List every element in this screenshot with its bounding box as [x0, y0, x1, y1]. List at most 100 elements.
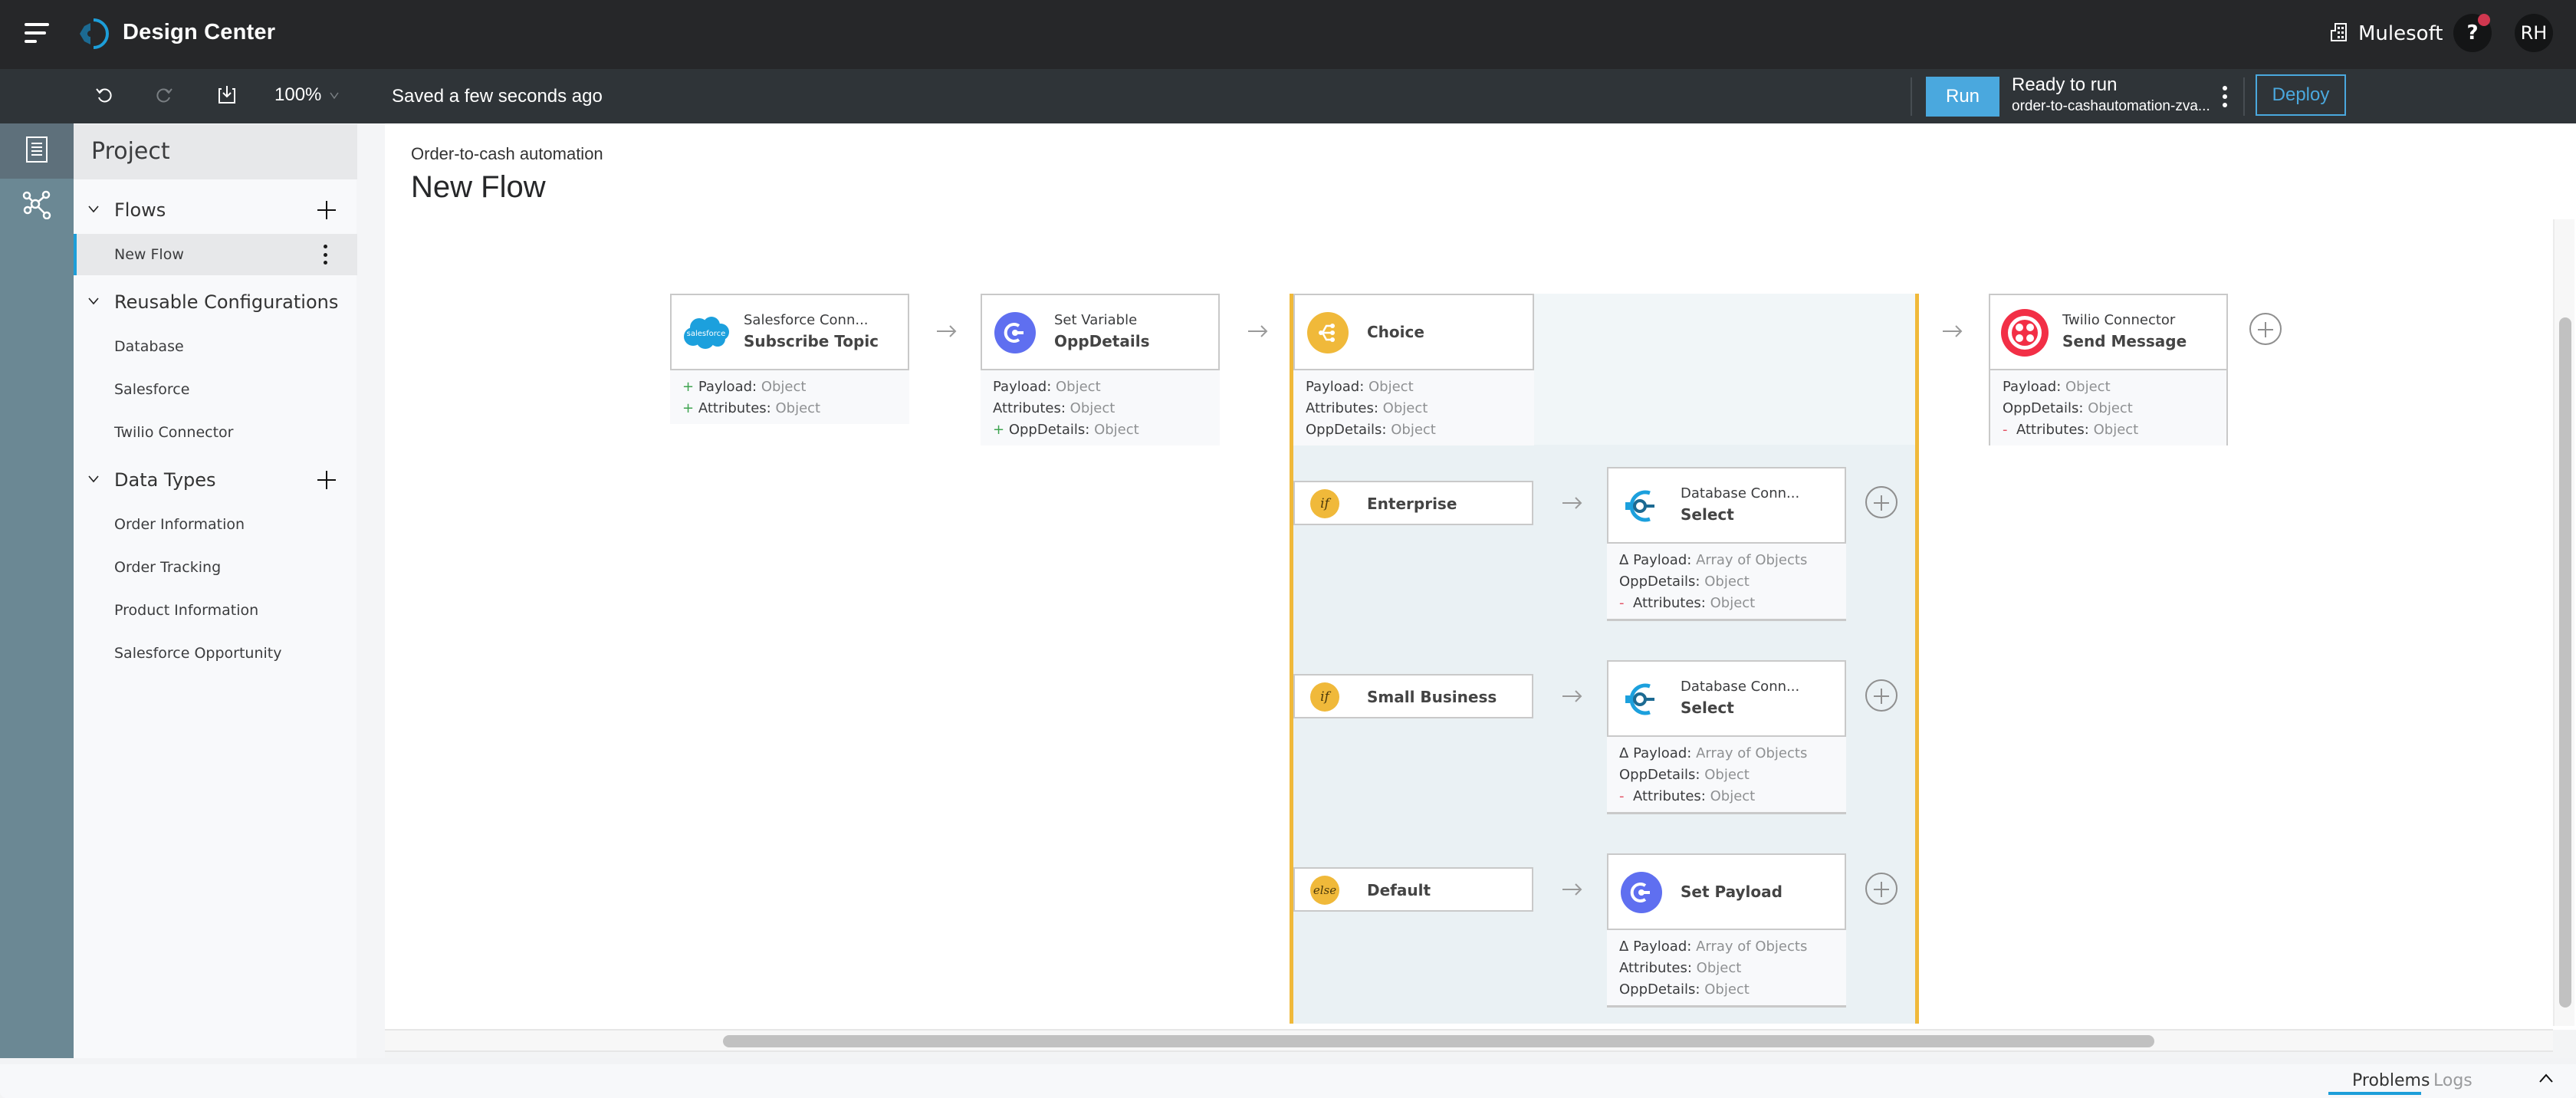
section-flows[interactable]: Flows: [74, 189, 357, 232]
svg-text:salesforce: salesforce: [687, 330, 726, 338]
node-card[interactable]: Database Conn... Select: [1607, 467, 1846, 544]
node-card[interactable]: Set Variable OppDetails: [981, 294, 1220, 370]
tab-logs[interactable]: Logs: [2433, 1067, 2472, 1095]
run-target: order-to-cashautomation-zva...: [2012, 98, 2210, 114]
node-type: Twilio Connector: [2062, 312, 2176, 328]
vertical-scrollbar-thumb[interactable]: [2559, 317, 2571, 1008]
node-card[interactable]: salesforce Salesforce Conn... Subscribe …: [670, 294, 909, 370]
sidebar-item-label: Order Information: [114, 516, 245, 533]
sidebar-item-salesforce-opportunity[interactable]: Salesforce Opportunity: [74, 633, 357, 674]
section-data-types[interactable]: Data Types: [74, 459, 357, 501]
tab-problems[interactable]: Problems: [2352, 1067, 2430, 1095]
sidebar-item-label: Product Information: [114, 602, 259, 619]
choice-branch-small-business[interactable]: if Small Business: [1293, 674, 1533, 718]
sidebar-item-order-tracking[interactable]: Order Tracking: [74, 547, 357, 588]
meta-row: - Attributes: Object: [1619, 595, 1756, 611]
download-button[interactable]: [213, 83, 241, 110]
chevron-up-icon[interactable]: [2538, 1070, 2555, 1087]
arrow-right-icon: [1561, 689, 1584, 704]
database-connector-icon: [1621, 485, 1662, 527]
branch-label: Default: [1367, 881, 1431, 899]
node-card[interactable]: Choice: [1293, 294, 1534, 370]
sidebar-item-salesforce[interactable]: Salesforce: [74, 369, 357, 410]
meta-row: OppDetails: Object: [1619, 981, 1750, 998]
top-nav: [0, 0, 2576, 69]
meta-row: OppDetails: Object: [1619, 574, 1750, 590]
arrow-right-icon: [1247, 324, 1270, 339]
node-metadata: Δ Payload: Array of Objects OppDetails: …: [1607, 544, 1846, 621]
node-action: Set Payload: [1681, 883, 1783, 901]
add-step-button[interactable]: [1865, 486, 1898, 518]
rail-project-button[interactable]: [0, 123, 74, 179]
page-title: New Flow: [411, 170, 546, 204]
meta-row: - Attributes: Object: [2003, 422, 2139, 438]
horizontal-scrollbar-thumb[interactable]: [723, 1035, 2154, 1047]
flow-node-choice[interactable]: Choice Payload: Object Attributes: Objec…: [1293, 294, 1534, 445]
choice-branch-default[interactable]: else Default: [1293, 867, 1533, 912]
meta-row: Attributes: Object: [1619, 960, 1742, 976]
meta-row: + OppDetails: Object: [993, 422, 1139, 438]
zoom-level-select[interactable]: 100%: [274, 81, 321, 109]
redo-button[interactable]: [150, 83, 178, 110]
add-flow-button[interactable]: [316, 199, 337, 221]
section-reusable-configurations[interactable]: Reusable Configurations: [74, 281, 357, 324]
sidebar-item-label: Salesforce: [114, 381, 190, 398]
breadcrumb[interactable]: Order-to-cash automation: [411, 144, 603, 164]
undo-button[interactable]: [90, 83, 118, 110]
section-label: Flows: [114, 199, 166, 221]
more-options-icon[interactable]: [2217, 83, 2233, 110]
flow-node-salesforce[interactable]: salesforce Salesforce Conn... Subscribe …: [670, 294, 909, 424]
sidebar-item-twilio-connector[interactable]: Twilio Connector: [74, 412, 357, 453]
chevron-down-icon[interactable]: [87, 202, 100, 215]
branch-label: Enterprise: [1367, 495, 1457, 513]
add-step-button[interactable]: [1865, 679, 1898, 712]
if-condition-icon: if: [1310, 489, 1339, 518]
node-metadata: Δ Payload: Array of Objects Attributes: …: [1607, 930, 1846, 1008]
menu-icon[interactable]: [25, 21, 49, 44]
choice-branch-enterprise[interactable]: if Enterprise: [1293, 481, 1533, 525]
rail-flow-button[interactable]: [0, 179, 74, 234]
sidebar-item-order-information[interactable]: Order Information: [74, 504, 357, 545]
node-card[interactable]: Database Conn... Select: [1607, 660, 1846, 737]
node-action: Send Message: [2062, 332, 2187, 350]
icon-rail: [0, 123, 74, 1060]
node-type: Database Conn...: [1681, 485, 1800, 501]
chevron-down-icon[interactable]: [328, 89, 340, 101]
run-status: Ready to run order-to-cashautomation-zva…: [2012, 74, 2210, 117]
toolbar-divider: [2243, 77, 2245, 116]
arrow-right-icon: [935, 324, 958, 339]
flow-node-set-variable[interactable]: Set Variable OppDetails Payload: Object …: [981, 294, 1220, 445]
add-step-button[interactable]: [2249, 313, 2282, 345]
deploy-button[interactable]: Deploy: [2256, 74, 2346, 116]
add-data-type-button[interactable]: [316, 469, 337, 491]
sidebar-item-new-flow[interactable]: New Flow: [74, 234, 357, 275]
sidebar-item-database[interactable]: Database: [74, 326, 357, 367]
node-metadata: + Payload: Object + Attributes: Object: [670, 370, 909, 424]
flow-node-database-select[interactable]: Database Conn... Select Δ Payload: Array…: [1607, 467, 1846, 621]
node-card[interactable]: Set Payload: [1607, 853, 1846, 930]
user-avatar[interactable]: RH: [2515, 14, 2553, 52]
meta-row: OppDetails: Object: [2003, 400, 2133, 416]
sidebar-item-label: Salesforce Opportunity: [114, 645, 282, 662]
sidebar-item-label: Database: [114, 338, 184, 355]
arrow-right-icon: [1561, 495, 1584, 511]
node-action: OppDetails: [1054, 332, 1150, 350]
else-condition-icon: else: [1310, 876, 1339, 905]
more-options-icon[interactable]: [320, 245, 330, 265]
add-step-button[interactable]: [1865, 873, 1898, 905]
node-type: Salesforce Conn...: [744, 312, 869, 328]
node-card[interactable]: Twilio Connector Send Message: [1989, 294, 2228, 370]
meta-row: + Attributes: Object: [682, 400, 821, 416]
org-switcher[interactable]: Mulesoft: [2331, 17, 2443, 51]
flow-node-set-payload[interactable]: Set Payload Δ Payload: Array of Objects …: [1607, 853, 1846, 1008]
chevron-down-icon[interactable]: [87, 294, 100, 307]
run-button[interactable]: Run: [1926, 77, 1999, 117]
sidebar-item-product-information[interactable]: Product Information: [74, 590, 357, 631]
app-title[interactable]: Design Center: [123, 15, 275, 49]
meta-row: Δ Payload: Array of Objects: [1619, 939, 1808, 955]
chevron-down-icon[interactable]: [87, 472, 100, 485]
twilio-icon: [2001, 309, 2049, 357]
flow-node-twilio[interactable]: Twilio Connector Send Message Payload: O…: [1989, 294, 2228, 445]
node-metadata: Δ Payload: Array of Objects OppDetails: …: [1607, 737, 1846, 814]
flow-node-database-select[interactable]: Database Conn... Select Δ Payload: Array…: [1607, 660, 1846, 814]
